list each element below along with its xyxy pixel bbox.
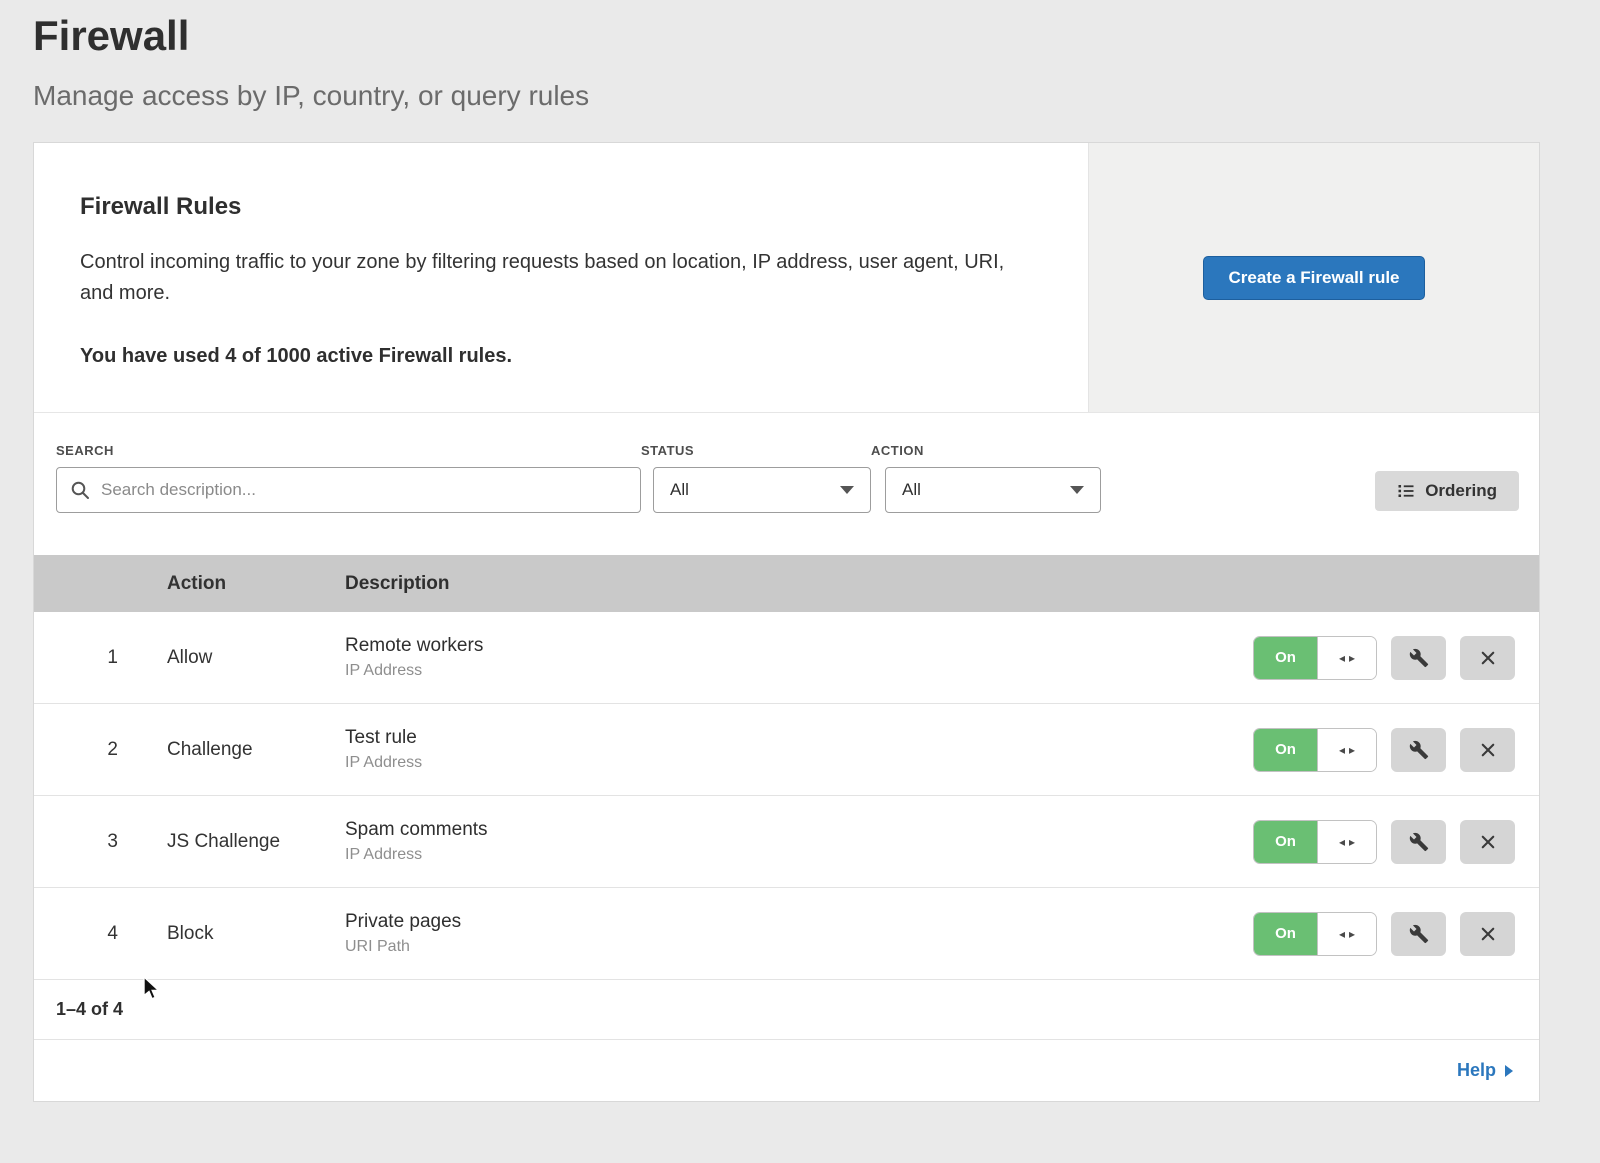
rule-action: JS Challenge [167, 831, 345, 853]
rule-number: 4 [34, 923, 118, 945]
rule-type: URI Path [345, 938, 1253, 956]
close-icon [1479, 649, 1497, 667]
toggle-state-label: On [1254, 637, 1317, 679]
column-action: Action [167, 573, 345, 595]
delete-rule-button[interactable] [1460, 728, 1515, 772]
action-filter: ACTION All [871, 443, 1101, 513]
rule-controls: On ◂▸ [1253, 820, 1539, 864]
toggle-state-label: On [1254, 821, 1317, 863]
table-header: Action Description [34, 555, 1539, 612]
ordering-button-label: Ordering [1425, 481, 1497, 501]
rule-description: Test rule IP Address [345, 727, 1253, 772]
rule-number: 1 [34, 647, 118, 669]
rule-controls: On ◂▸ [1253, 636, 1539, 680]
rule-action: Allow [167, 647, 345, 669]
status-filter: STATUS All [641, 443, 871, 513]
table-row: 4 Block Private pages URI Path On ◂▸ [34, 888, 1539, 980]
rule-number: 2 [34, 739, 118, 761]
rule-type: IP Address [345, 754, 1253, 772]
rule-controls: On ◂▸ [1253, 728, 1539, 772]
filters-bar: SEARCH STATUS All ACTION [34, 413, 1539, 555]
rule-title: Spam comments [345, 819, 1253, 841]
action-select-value: All [902, 480, 921, 500]
firewall-rules-card: Firewall Rules Control incoming traffic … [33, 142, 1540, 1102]
help-bar: Help [34, 1040, 1539, 1101]
search-filter: SEARCH [56, 443, 641, 513]
help-link[interactable]: Help [1457, 1060, 1513, 1081]
rule-toggle[interactable]: On ◂▸ [1253, 728, 1377, 772]
card-title: Firewall Rules [80, 193, 1048, 221]
rule-toggle[interactable]: On ◂▸ [1253, 636, 1377, 680]
card-intro: Firewall Rules Control incoming traffic … [34, 143, 1088, 412]
search-input-wrap [56, 467, 641, 513]
wrench-icon [1409, 832, 1429, 852]
ordering-icon [1397, 482, 1415, 500]
edit-rule-button[interactable] [1391, 636, 1446, 680]
chevron-down-icon [1070, 486, 1084, 494]
rule-toggle[interactable]: On ◂▸ [1253, 912, 1377, 956]
rule-type: IP Address [345, 662, 1253, 680]
table-row: 1 Allow Remote workers IP Address On ◂▸ [34, 612, 1539, 704]
close-icon [1479, 741, 1497, 759]
pagination-bar: 1–4 of 4 [34, 980, 1539, 1040]
wrench-icon [1409, 740, 1429, 760]
toggle-arrows-icon: ◂▸ [1317, 913, 1376, 955]
edit-rule-button[interactable] [1391, 820, 1446, 864]
status-label: STATUS [641, 443, 871, 458]
table-row: 2 Challenge Test rule IP Address On ◂▸ [34, 704, 1539, 796]
rule-controls: On ◂▸ [1253, 912, 1539, 956]
rule-description: Spam comments IP Address [345, 819, 1253, 864]
wrench-icon [1409, 924, 1429, 944]
toggle-arrows-icon: ◂▸ [1317, 637, 1376, 679]
rule-title: Private pages [345, 911, 1253, 933]
rule-number: 3 [34, 831, 118, 853]
ordering-button[interactable]: Ordering [1375, 471, 1519, 511]
edit-rule-button[interactable] [1391, 728, 1446, 772]
rule-action: Block [167, 923, 345, 945]
help-arrow-icon [1505, 1065, 1513, 1077]
rule-title: Test rule [345, 727, 1253, 749]
search-icon [70, 480, 90, 500]
rule-type: IP Address [345, 846, 1253, 864]
rule-description: Remote workers IP Address [345, 635, 1253, 680]
rule-title: Remote workers [345, 635, 1253, 657]
status-select[interactable]: All [653, 467, 871, 513]
card-description: Control incoming traffic to your zone by… [80, 247, 1030, 309]
status-select-value: All [670, 480, 689, 500]
rule-action: Challenge [167, 739, 345, 761]
rule-description: Private pages URI Path [345, 911, 1253, 956]
card-top-section: Firewall Rules Control incoming traffic … [34, 143, 1539, 413]
chevron-down-icon [840, 486, 854, 494]
pagination-text: 1–4 of 4 [56, 999, 123, 1020]
rule-toggle[interactable]: On ◂▸ [1253, 820, 1377, 864]
toggle-arrows-icon: ◂▸ [1317, 729, 1376, 771]
page-title: Firewall [33, 0, 1540, 60]
delete-rule-button[interactable] [1460, 820, 1515, 864]
firewall-page: Firewall Manage access by IP, country, o… [33, 0, 1540, 1102]
create-firewall-rule-button[interactable]: Create a Firewall rule [1203, 256, 1424, 300]
toggle-state-label: On [1254, 913, 1317, 955]
toggle-state-label: On [1254, 729, 1317, 771]
action-select[interactable]: All [885, 467, 1101, 513]
search-label: SEARCH [56, 443, 641, 458]
search-input[interactable] [56, 467, 641, 513]
page-subtitle: Manage access by IP, country, or query r… [33, 80, 1540, 112]
edit-rule-button[interactable] [1391, 912, 1446, 956]
delete-rule-button[interactable] [1460, 912, 1515, 956]
card-action-panel: Create a Firewall rule [1088, 143, 1539, 412]
table-row: 3 JS Challenge Spam comments IP Address … [34, 796, 1539, 888]
wrench-icon [1409, 648, 1429, 668]
usage-text: You have used 4 of 1000 active Firewall … [80, 345, 1048, 368]
help-link-label: Help [1457, 1060, 1496, 1081]
action-label: ACTION [871, 443, 1101, 458]
close-icon [1479, 833, 1497, 851]
close-icon [1479, 925, 1497, 943]
delete-rule-button[interactable] [1460, 636, 1515, 680]
column-description: Description [345, 573, 1539, 595]
toggle-arrows-icon: ◂▸ [1317, 821, 1376, 863]
